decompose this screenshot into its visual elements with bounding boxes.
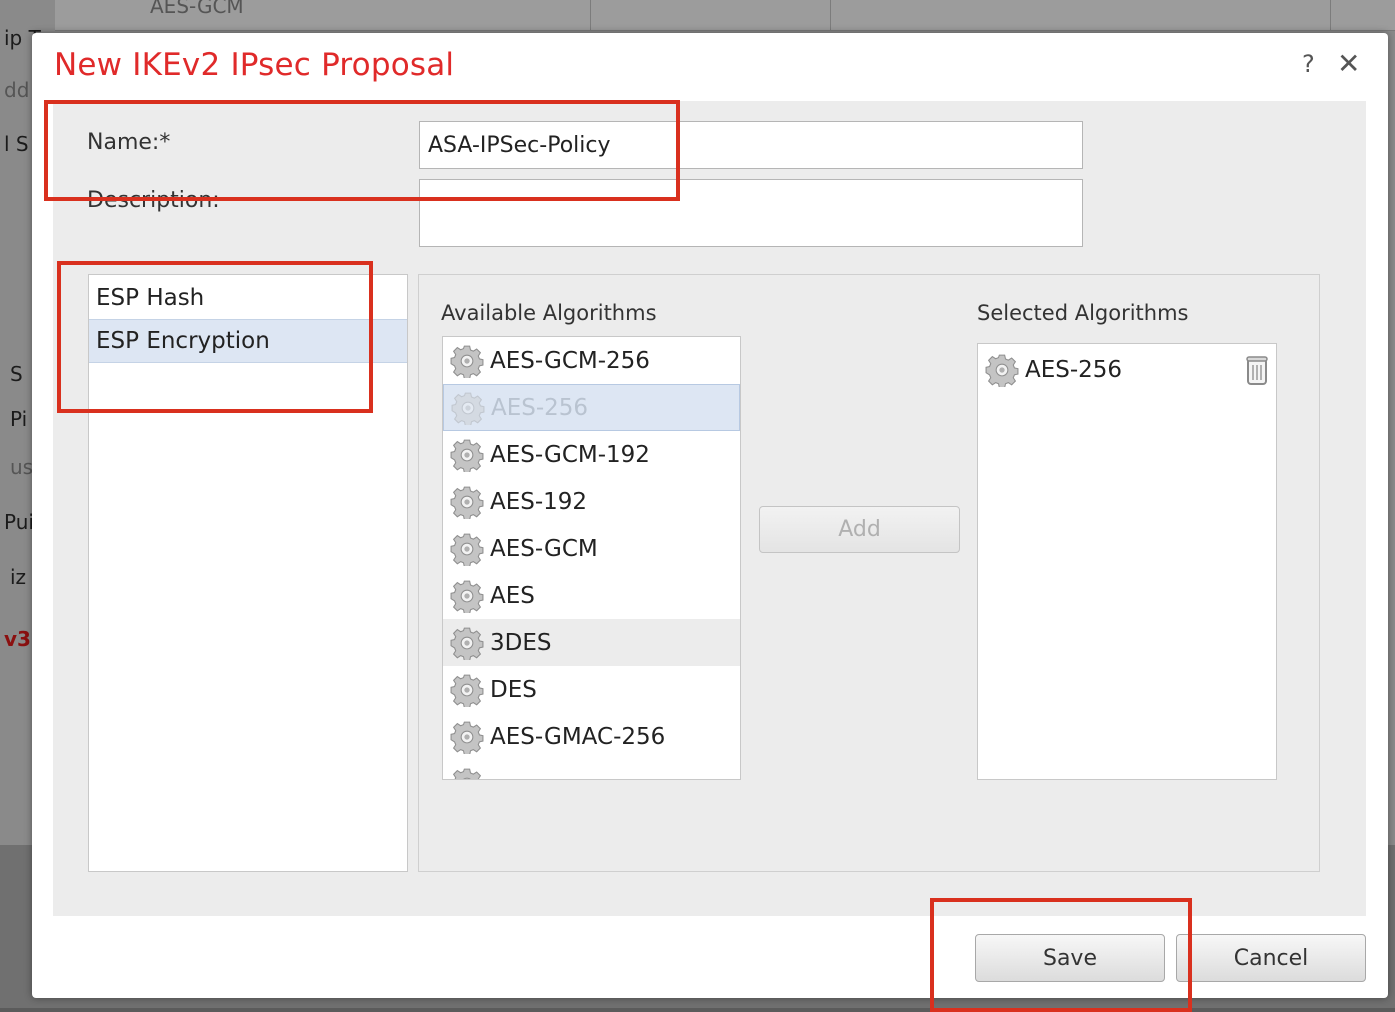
cancel-button[interactable]: Cancel (1176, 934, 1366, 982)
category-list: ESP Hash ESP Encryption (88, 274, 408, 872)
background-label: us (10, 455, 34, 479)
ipsec-proposal-dialog: New IKEv2 IPsec Proposal ? ✕ Name:* Desc… (32, 33, 1388, 998)
background-label: iz (10, 565, 27, 589)
algorithm-item[interactable]: DES (443, 666, 740, 713)
gear-icon (450, 533, 484, 566)
gear-icon (450, 439, 484, 472)
available-algorithms-list[interactable]: AES-GCM-256 AES-256 AES-GCM-192 AES-192 … (442, 336, 741, 780)
algorithm-label: DES (490, 676, 537, 703)
gear-icon (450, 627, 484, 660)
available-algorithms-label: Available Algorithms (441, 301, 657, 325)
background-label: dd (4, 78, 30, 102)
description-field[interactable] (419, 179, 1083, 247)
algorithm-label: 3DES (490, 629, 552, 656)
algorithm-item[interactable]: AES-256 (443, 384, 740, 431)
background-cell: AES-GCM (90, 0, 591, 30)
close-icon[interactable]: ✕ (1337, 47, 1360, 80)
selected-algorithm-item[interactable]: AES-256 (978, 346, 1276, 393)
background-label: Pui (4, 510, 34, 534)
gear-icon (985, 354, 1019, 387)
background-cell (830, 0, 1331, 30)
algorithm-label: AES-256 (491, 394, 589, 421)
algorithm-label: AES-192 (490, 488, 588, 515)
background-table-header: AES-GCM (55, 0, 1395, 31)
trash-icon[interactable] (1244, 354, 1270, 386)
selected-algorithms-label: Selected Algorithms (977, 301, 1189, 325)
name-input[interactable] (419, 121, 1083, 169)
algorithm-panel: Available Algorithms Selected Algorithms… (418, 274, 1320, 872)
gear-icon (450, 721, 484, 754)
algorithm-label: AES-GCM-256 (490, 347, 650, 374)
algorithm-item[interactable]: AES-GCM (443, 525, 740, 572)
category-esp-encryption[interactable]: ESP Encryption (89, 319, 407, 363)
algorithm-label: AES (490, 582, 535, 609)
gear-icon (450, 580, 484, 613)
algorithm-label: AES-GMAC-256 (490, 723, 666, 750)
gear-icon (451, 392, 485, 425)
gear-icon (450, 345, 484, 378)
algorithm-item[interactable]: AES-GCM-192 (443, 431, 740, 478)
background-label: l S (4, 132, 29, 156)
save-button[interactable]: Save (975, 934, 1165, 982)
description-label: Description: (87, 188, 220, 213)
selected-algorithms-list[interactable]: AES-256 (977, 343, 1277, 780)
algorithm-item[interactable]: AES (443, 572, 740, 619)
algorithm-item[interactable]: AES-192 (443, 478, 740, 525)
name-label: Name:* (87, 130, 171, 155)
gear-icon (450, 486, 484, 519)
algorithm-item[interactable]: AES-GCM-256 (443, 337, 740, 384)
category-esp-hash[interactable]: ESP Hash (89, 277, 407, 319)
help-icon[interactable]: ? (1302, 50, 1315, 78)
algorithm-item[interactable]: AES-GMAC-256 (443, 713, 740, 760)
selected-algorithm-label: AES-256 (1025, 356, 1123, 383)
background-cell (590, 0, 831, 30)
background-label: S (10, 362, 23, 386)
algorithm-item[interactable] (443, 760, 740, 779)
algorithm-label: AES-GCM (490, 535, 598, 562)
background-label: v3 (4, 627, 31, 651)
add-button[interactable]: Add (759, 506, 960, 553)
algorithm-item[interactable]: 3DES (443, 619, 740, 666)
background-cell-text: AES-GCM (150, 0, 244, 18)
algorithm-label: AES-GCM-192 (490, 441, 650, 468)
gear-icon (450, 768, 484, 779)
gear-icon (450, 674, 484, 707)
dialog-title: New IKEv2 IPsec Proposal (54, 47, 455, 83)
background-label: Pi (10, 407, 28, 431)
